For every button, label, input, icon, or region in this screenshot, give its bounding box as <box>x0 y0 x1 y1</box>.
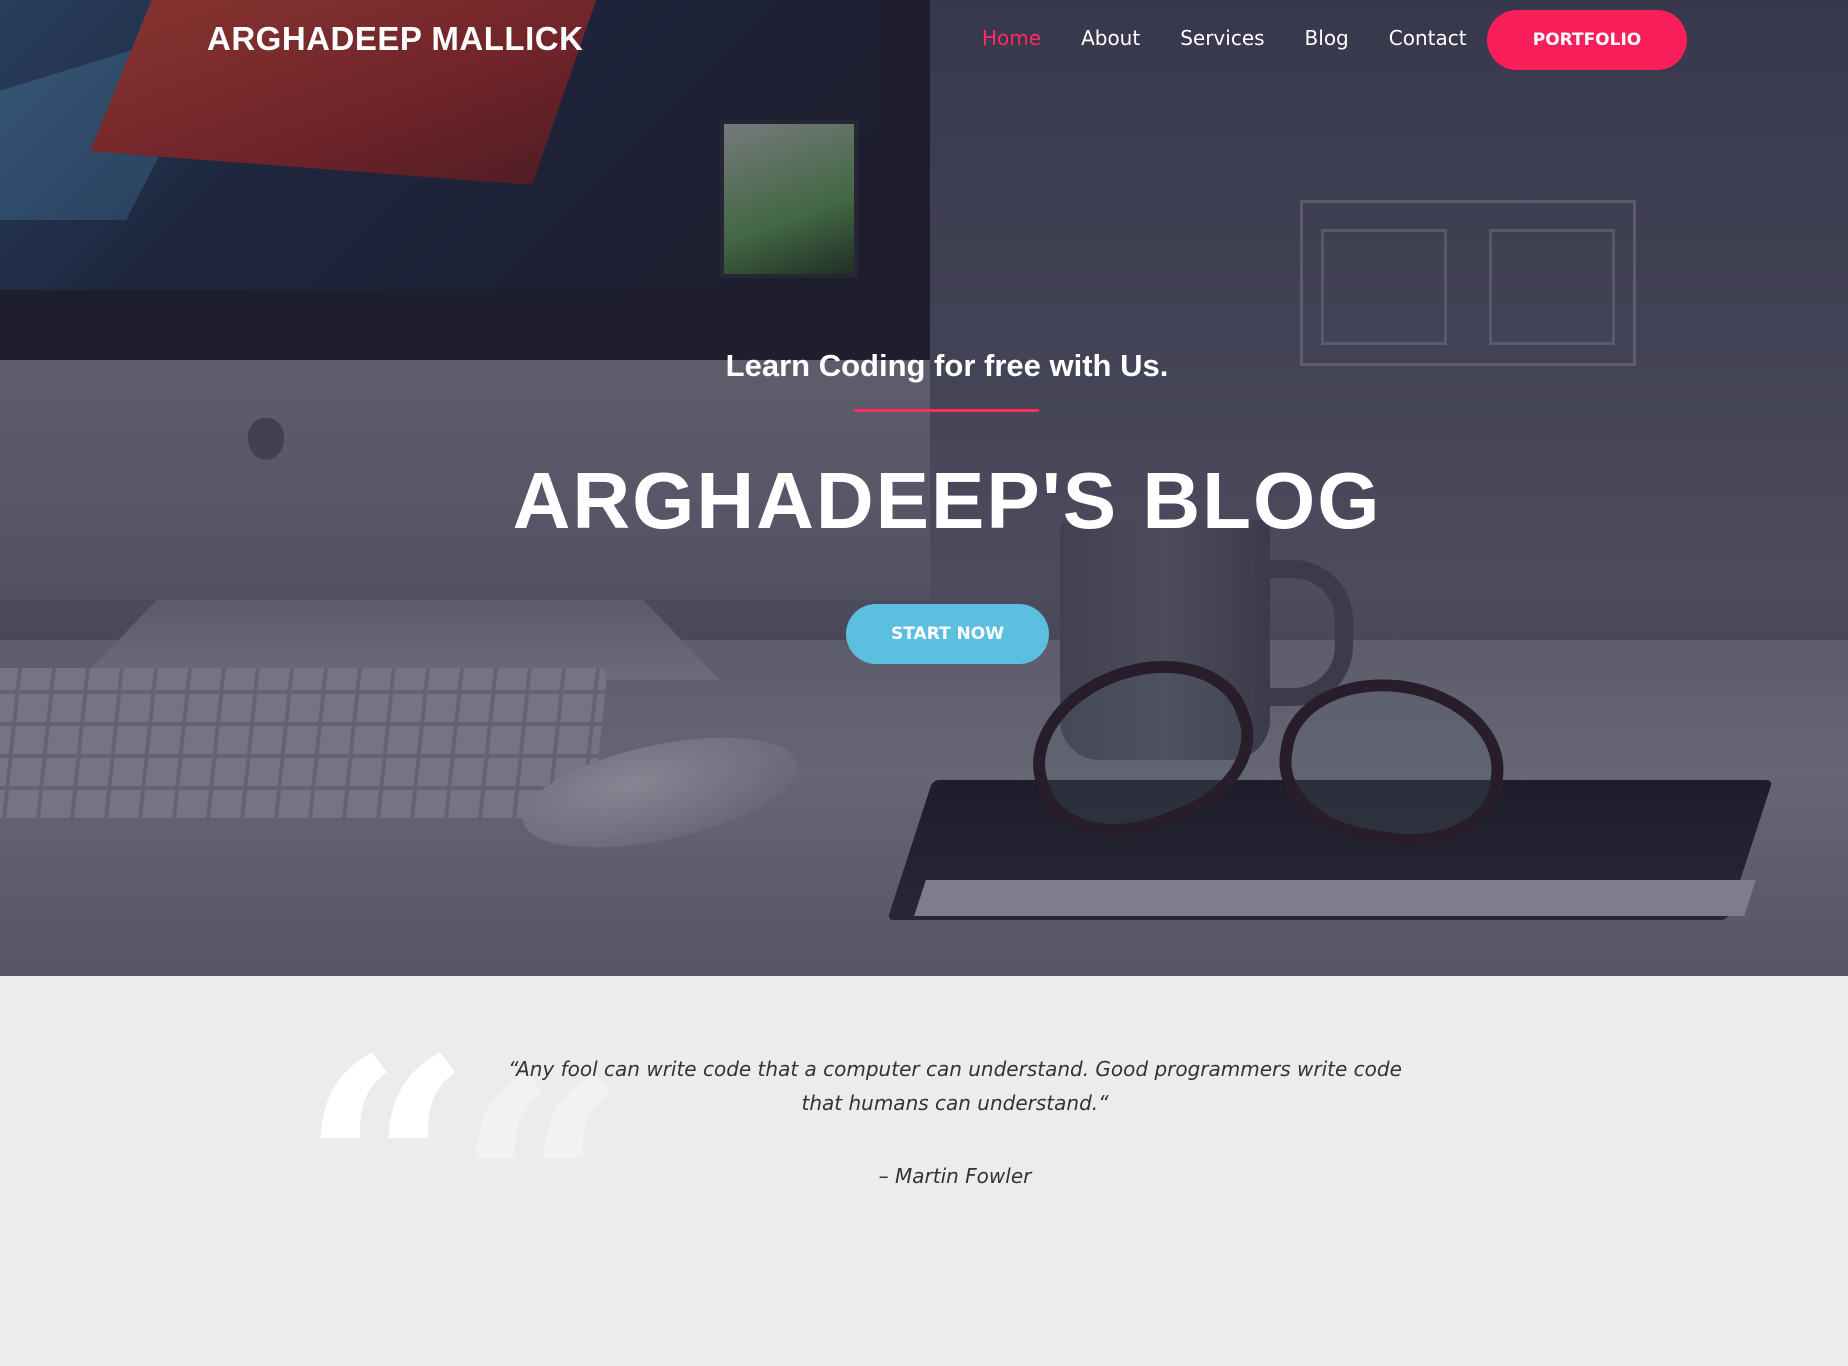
nav-link-home[interactable]: Home <box>982 26 1041 50</box>
nav-link-blog[interactable]: Blog <box>1305 26 1349 50</box>
hero-divider <box>854 409 1039 412</box>
start-now-button[interactable]: START NOW <box>846 604 1049 664</box>
quote-icon: “ <box>300 993 473 1346</box>
quote-author: – Martin Fowler <box>878 1164 1032 1188</box>
quote-section <box>0 976 1848 1285</box>
quote-text: “Any fool can write code that a computer… <box>508 1057 1402 1115</box>
hero-section: ARGHADEEP MALLICK Home About Services Bl… <box>0 0 1848 976</box>
main-menu: Home About Services Blog Contact <box>982 26 1507 50</box>
hero-title: ARGHADEEP'S BLOG <box>512 456 1382 545</box>
top-nav: ARGHADEEP MALLICK Home About Services Bl… <box>0 0 1848 80</box>
nav-link-contact[interactable]: Contact <box>1389 26 1467 50</box>
nav-link-services[interactable]: Services <box>1180 26 1264 50</box>
portfolio-button[interactable]: PORTFOLIO <box>1487 10 1687 70</box>
site-brand[interactable]: ARGHADEEP MALLICK <box>207 20 583 58</box>
hero-tagline: Learn Coding for free with Us. <box>725 348 1169 383</box>
nav-link-about[interactable]: About <box>1081 26 1140 50</box>
